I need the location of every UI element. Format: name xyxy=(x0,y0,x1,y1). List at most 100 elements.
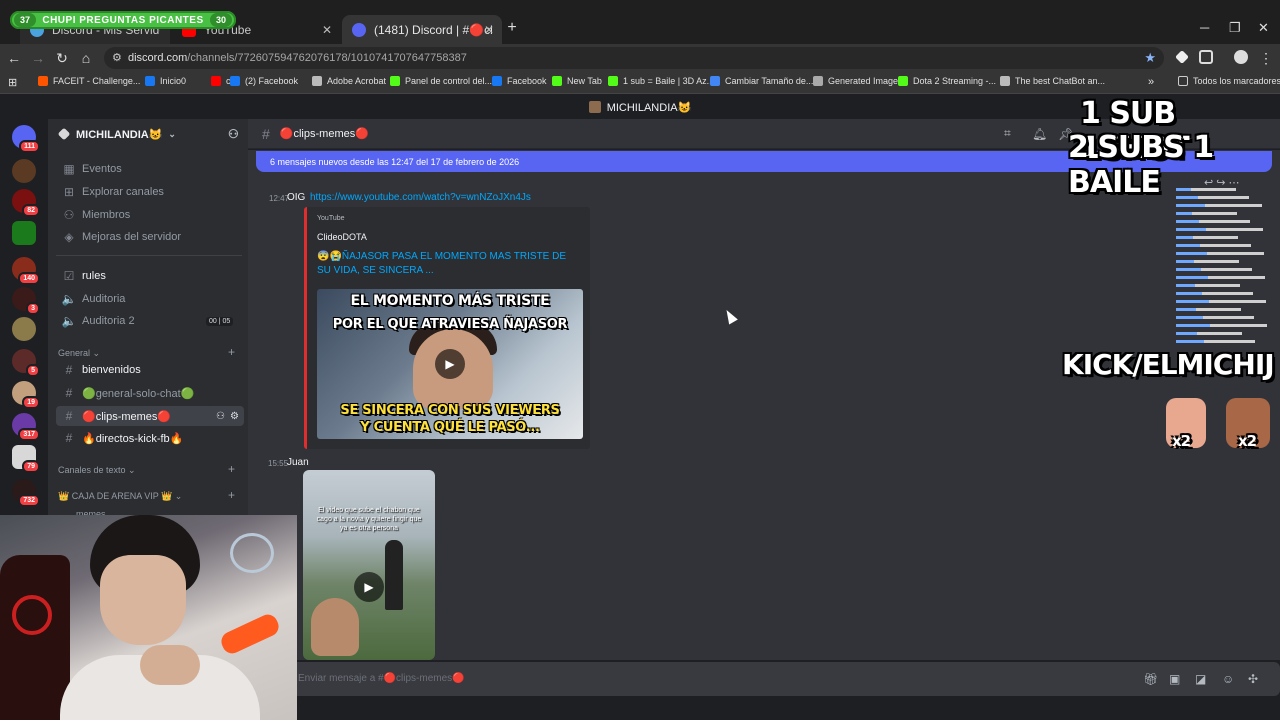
add-member-icon[interactable]: ⚇ xyxy=(216,411,225,422)
unread-badge: 3 xyxy=(26,302,40,315)
channel-rules[interactable]: ☑ rules xyxy=(56,266,244,286)
maximize-icon[interactable]: ❐ xyxy=(1229,20,1241,36)
add-channel-icon[interactable]: + xyxy=(228,345,235,359)
invite-icon[interactable]: ⚇ xyxy=(228,127,239,141)
server-header[interactable]: MICHILANDIA😺 ⌄ ⚇ xyxy=(48,119,248,149)
bookmark-item[interactable]: Facebook xyxy=(492,76,547,86)
category-caja-de-arena-vip[interactable]: 👑 CAJA DE ARENA VIP 👑 ⌄ xyxy=(58,491,182,502)
url-bar[interactable]: ⚙ discord.com/channels/77260759476207617… xyxy=(104,47,1164,69)
bookmark-item[interactable]: FACEIT - Challenge... xyxy=(38,76,140,86)
server-icon[interactable]: 732 xyxy=(12,479,40,507)
unread-badge: 5 xyxy=(26,364,40,377)
embed-title[interactable]: 😨😭ÑAJASOR PASA EL MOMENTO MAS TRISTE DE … xyxy=(317,250,579,278)
server-icon[interactable]: 19 xyxy=(12,381,40,409)
all-bookmarks[interactable]: Todos los marcadores xyxy=(1178,76,1280,86)
home-icon[interactable]: ⌂ xyxy=(78,50,94,66)
window-close-icon[interactable]: ✕ xyxy=(1258,20,1269,36)
video-attachment[interactable]: El video que sube el chabon que cago a l… xyxy=(303,470,435,660)
minimize-icon[interactable]: ─ xyxy=(1200,20,1209,35)
unread-badge: 19 xyxy=(22,396,40,409)
sticker-icon[interactable]: ◪ xyxy=(1195,672,1206,686)
more-bookmarks-icon[interactable]: » xyxy=(1148,76,1154,88)
play-icon[interactable]: ▶ xyxy=(435,349,465,379)
apps-icon[interactable]: ✣ xyxy=(1248,672,1258,686)
sidebar-item-miembros[interactable]: ⚇ Miembros xyxy=(56,205,244,225)
bookmark-favicon-icon xyxy=(608,76,618,86)
embed-provider[interactable]: YouTube xyxy=(317,215,345,222)
gift-icon[interactable]: 🎁︎ xyxy=(1143,672,1158,686)
bookmark-item[interactable]: 1 sub = Baile | 3D Az... xyxy=(608,76,714,86)
channel-clips-memes[interactable]: # 🔴clips-memes🔴 ⚇ ⚙ xyxy=(56,406,244,426)
message-composer[interactable]: Enviar mensaje a #🔴clips-memes🔴 🎁︎ ▣ ◪ ☺… xyxy=(248,662,1280,696)
message-author[interactable]: OIG xyxy=(287,192,305,203)
menu-dots-icon[interactable]: ⋮ xyxy=(1258,50,1274,66)
channel-directos-kick-fb[interactable]: # 🔥directos-kick-fb🔥 xyxy=(56,428,244,448)
new-tab-icon[interactable]: + xyxy=(504,20,520,36)
tab-close-icon[interactable]: ✕ xyxy=(484,23,494,37)
bookmark-item[interactable]: The best ChatBot an... xyxy=(1000,76,1105,86)
kick-server-icon[interactable] xyxy=(12,221,36,245)
channel-bienvenidos[interactable]: # bienvenidos xyxy=(56,360,244,380)
bookmark-item[interactable]: (2) Facebook xyxy=(230,76,298,86)
add-channel-icon[interactable]: + xyxy=(228,488,235,502)
channel-general-solo-chat[interactable]: # 🟢general-solo-chat🟢 xyxy=(56,383,244,403)
voice-channel-auditoria-2[interactable]: 🔈 Auditoria 2 00 | 05 xyxy=(56,311,244,331)
server-icon[interactable]: 3 xyxy=(12,287,40,315)
message-link[interactable]: https://www.youtube.com/watch?v=wnNZoJXn… xyxy=(310,192,531,203)
add-channel-icon[interactable]: + xyxy=(228,462,235,476)
server-name: MICHILANDIA😺 xyxy=(76,128,163,141)
server-icon[interactable]: 317 xyxy=(12,413,40,441)
sidebar-item-mejoras[interactable]: ◈ Mejoras del servidor xyxy=(56,227,244,247)
bookmark-item[interactable]: c xyxy=(211,76,231,86)
bookmark-item[interactable]: Panel de control del... xyxy=(390,76,492,86)
server-icon[interactable]: 82 xyxy=(12,189,40,217)
threads-icon[interactable]: ⌗ xyxy=(1004,126,1011,141)
bookmark-favicon-icon xyxy=(552,76,562,86)
bookmark-item[interactable]: New Tab xyxy=(552,76,602,86)
bookmark-star-icon[interactable]: ★ xyxy=(1144,50,1156,66)
bookmark-item[interactable]: Generated Image xyxy=(813,76,898,86)
notification-bell-icon[interactable]: 🔔︎ xyxy=(1032,127,1047,141)
back-icon[interactable]: ← xyxy=(6,50,22,66)
site-info-icon[interactable]: ⚙ xyxy=(112,51,122,64)
play-icon[interactable]: ▶ xyxy=(354,572,384,602)
forward-icon[interactable]: → xyxy=(30,50,46,66)
rules-icon: ☑ xyxy=(63,269,75,283)
emoji-icon[interactable]: ☺ xyxy=(1222,672,1234,686)
apps-grid-icon[interactable]: ⊞ xyxy=(8,76,17,89)
gif-icon[interactable]: ▣ xyxy=(1169,672,1180,686)
voice-channel-auditoria[interactable]: 🔈 Auditoria xyxy=(56,289,244,309)
chevron-down-icon: ⌄ xyxy=(168,128,176,139)
extensions-puzzle-icon[interactable] xyxy=(1199,50,1213,64)
bookmark-favicon-icon xyxy=(898,76,908,86)
bookmark-item[interactable]: Dota 2 Streaming -... xyxy=(898,76,996,86)
discord-home-icon[interactable]: 111 xyxy=(12,125,40,153)
server-icon[interactable] xyxy=(12,317,36,341)
video-thumbnail[interactable]: EL MOMENTO MÁS TRISTE POR EL QUE ATRAVIE… xyxy=(317,289,583,439)
url-text: discord.com/channels/772607594762076178/… xyxy=(128,52,467,64)
extension-icon[interactable] xyxy=(1175,50,1189,64)
message-author[interactable]: Juan xyxy=(287,457,309,468)
browser-tab-active[interactable]: (1481) Discord | #🔴clips-memes ✕ xyxy=(342,15,502,44)
server-icon[interactable]: 5 xyxy=(12,349,40,377)
server-icon[interactable]: 140 xyxy=(12,257,40,285)
sidebar-item-explorar[interactable]: ⊞ Explorar canales xyxy=(56,182,244,202)
server-icon[interactable] xyxy=(12,159,36,183)
profile-icon[interactable] xyxy=(1234,50,1248,64)
sidebar-item-eventos[interactable]: ▦ Eventos xyxy=(56,159,244,179)
bookmark-item[interactable]: Cambiar Tamaño de... xyxy=(710,76,813,86)
hash-icon: # xyxy=(65,431,73,445)
stream-overlay-kick-text: KICK/ELMICHIJ xyxy=(1062,348,1275,381)
discord-favicon-icon xyxy=(352,22,366,37)
settings-gear-icon[interactable]: ⚙ xyxy=(230,411,239,422)
tab-close-icon[interactable]: ✕ xyxy=(322,23,332,37)
unread-badge: 111 xyxy=(19,140,40,153)
server-icon[interactable]: 79 xyxy=(12,445,40,473)
bookmark-item[interactable]: Adobe Acrobat xyxy=(312,76,386,86)
category-canales-de-texto[interactable]: Canales de texto ⌄ xyxy=(58,465,136,476)
reload-icon[interactable]: ↻ xyxy=(54,50,70,66)
thumbnail-text: EL MOMENTO MÁS TRISTE xyxy=(350,293,550,309)
bookmark-item[interactable]: Inicio0 xyxy=(145,76,186,86)
category-general[interactable]: General ⌄ xyxy=(58,348,100,359)
embed-author[interactable]: ClideoDOTA xyxy=(317,232,367,242)
